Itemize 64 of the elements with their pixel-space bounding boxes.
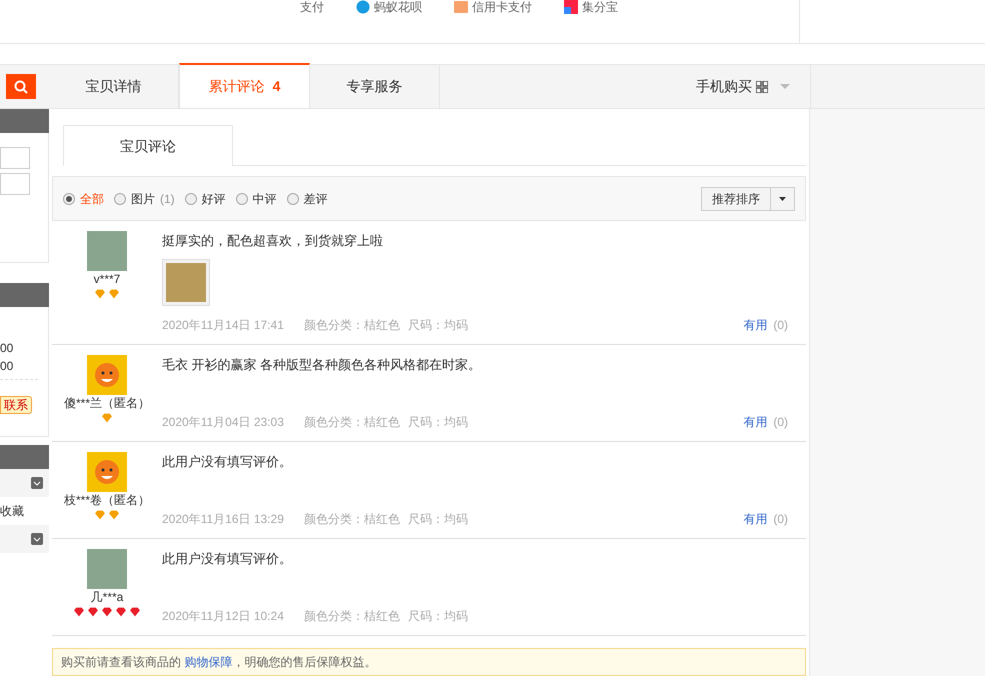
value-text: 00 bbox=[0, 340, 14, 357]
filter-radio[interactable]: 图片 (1) bbox=[114, 190, 175, 208]
user-name: 几***a bbox=[90, 589, 124, 605]
chevron-down-icon bbox=[31, 533, 43, 545]
useful-link[interactable]: 有用 bbox=[743, 413, 768, 431]
filter-radio[interactable]: 好评 bbox=[184, 190, 226, 208]
color-spec: 颜色分类：桔红色 bbox=[304, 511, 400, 528]
contact-button[interactable]: 联系 bbox=[0, 396, 32, 414]
circle-logo-icon bbox=[356, 0, 370, 14]
size-spec: 尺码：均码 bbox=[408, 317, 468, 334]
photo-placeholder bbox=[87, 549, 127, 589]
search-icon bbox=[14, 80, 28, 94]
review-text: 此用户没有填写评价。 bbox=[162, 453, 293, 471]
square-logo-icon bbox=[564, 0, 578, 14]
input-field[interactable] bbox=[0, 147, 30, 169]
review-photo[interactable] bbox=[162, 259, 210, 306]
review-date: 2020年11月04日 23:03 bbox=[162, 414, 284, 431]
card-icon bbox=[454, 0, 468, 14]
value-text: 00 bbox=[0, 358, 14, 375]
review-date: 2020年11月14日 17:41 bbox=[162, 317, 284, 334]
panel-header bbox=[0, 109, 49, 133]
chevron-down-icon bbox=[31, 477, 43, 489]
payment-label: 支付 bbox=[300, 0, 324, 16]
caret-icon bbox=[780, 84, 790, 90]
size-spec: 尺码：均码 bbox=[408, 511, 468, 528]
mascot-avatar bbox=[87, 452, 127, 492]
tab[interactable]: 专享服务 bbox=[310, 65, 440, 108]
payment-method: 集分宝 bbox=[582, 0, 618, 16]
useful-count: (0) bbox=[773, 414, 788, 431]
photo-placeholder bbox=[87, 231, 127, 272]
color-spec: 颜色分类：桔红色 bbox=[304, 317, 400, 334]
user-name: 枝***卷（匿名） bbox=[64, 492, 150, 508]
mobile-buy-button[interactable]: 手机购买 bbox=[611, 65, 811, 108]
panel-header bbox=[0, 445, 49, 469]
size-spec: 尺码：均码 bbox=[408, 414, 468, 431]
review-date: 2020年11月16日 13:29 bbox=[162, 511, 284, 528]
payment-method: 信用卡支付 bbox=[472, 0, 532, 16]
color-spec: 颜色分类：桔红色 bbox=[304, 414, 400, 431]
review-tab[interactable]: 宝贝评论 bbox=[63, 125, 233, 166]
filter-radio[interactable]: 中评 bbox=[236, 190, 277, 208]
useful-count: (0) bbox=[773, 317, 788, 334]
review-text: 毛衣 开衫的赢家 各种版型各种颜色各种风格都在时家。 bbox=[162, 356, 482, 374]
guarantee-link[interactable]: 购物保障 bbox=[184, 655, 232, 669]
useful-link[interactable]: 有用 bbox=[743, 316, 768, 334]
input-field[interactable] bbox=[0, 173, 30, 195]
review-text: 此用户没有填写评价。 bbox=[162, 550, 293, 568]
review-date: 2020年11月12日 10:24 bbox=[162, 608, 284, 625]
mascot-avatar bbox=[87, 355, 127, 395]
user-name: v***7 bbox=[94, 271, 120, 288]
qr-code-icon bbox=[756, 80, 768, 92]
filter-radio[interactable]: 差评 bbox=[286, 190, 328, 208]
color-spec: 颜色分类：桔红色 bbox=[304, 608, 400, 625]
caret-icon bbox=[779, 196, 786, 201]
size-spec: 尺码：均码 bbox=[408, 608, 468, 625]
useful-link[interactable]: 有用 bbox=[743, 510, 768, 528]
review-text: 挺厚实的，配色超喜欢，到货就穿上啦 bbox=[162, 232, 384, 250]
sort-dropdown[interactable]: 推荐排序 bbox=[701, 186, 795, 211]
payment-method: 蚂蚁花呗 bbox=[374, 0, 422, 16]
notice-text: 购买前请查看该商品的 购物保障，明确您的售后保障权益。 bbox=[52, 648, 806, 676]
user-name: 傻***兰（匿名） bbox=[64, 395, 150, 411]
panel-header bbox=[0, 283, 49, 307]
useful-count: (0) bbox=[773, 511, 788, 528]
collect-link[interactable]: 收藏 bbox=[0, 502, 24, 520]
search-button[interactable] bbox=[6, 74, 36, 99]
